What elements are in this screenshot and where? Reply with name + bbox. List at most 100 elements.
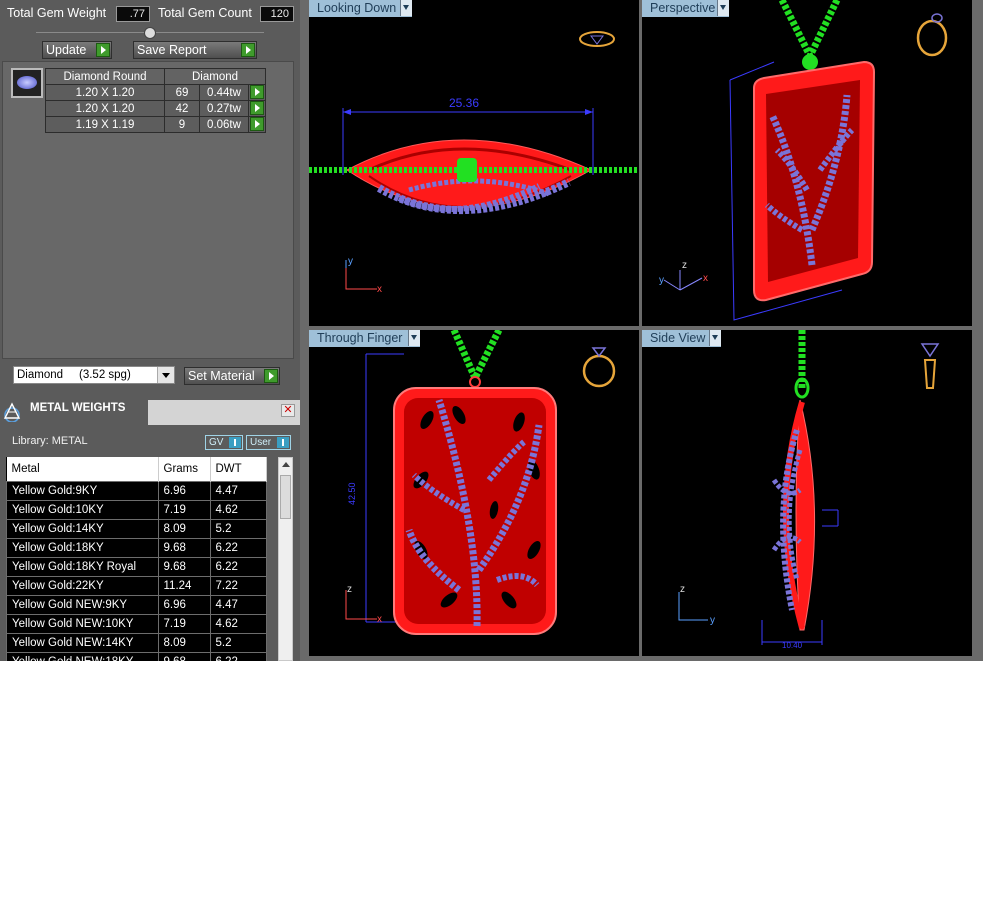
- metal-name-cell: Yellow Gold NEW:10KY: [6, 614, 159, 634]
- dwt-cell: 4.62: [209, 500, 267, 520]
- chevron-down-icon[interactable]: [400, 0, 412, 16]
- play-arrow-icon: [264, 369, 278, 383]
- gem-row[interactable]: 1.19 X 1.19 9 0.06tw: [45, 116, 266, 133]
- dwt-cell: 4.47: [209, 595, 267, 615]
- dimension-label-depth: 10.40: [782, 641, 803, 650]
- viewport-label: Side View: [650, 331, 706, 345]
- metal-name-cell: Yellow Gold NEW:18KY: [6, 652, 159, 661]
- total-gem-weight-label: Total Gem Weight: [7, 6, 107, 20]
- tab-looking-down[interactable]: Looking Down: [309, 0, 412, 17]
- grams-cell: 6.96: [157, 481, 211, 501]
- column-header-grams[interactable]: Grams: [158, 457, 211, 482]
- table-row[interactable]: Yellow Gold NEW:14KY 8.09 5.2: [6, 633, 267, 653]
- gem-table: Diamond Round Diamond 1.20 X 1.20 69 0.4…: [45, 68, 266, 133]
- grams-cell: 7.19: [157, 614, 211, 634]
- total-gem-count-value: 120: [260, 6, 294, 22]
- gem-list-panel: Diamond Round Diamond 1.20 X 1.20 69 0.4…: [2, 61, 294, 359]
- through-finger-render: 42.50 z x: [345, 330, 616, 635]
- grams-cell: 8.09: [157, 519, 211, 539]
- ring-perspective-icon: [916, 13, 948, 57]
- collapse-handle[interactable]: [144, 27, 156, 39]
- metal-name-cell: Yellow Gold NEW:14KY: [6, 633, 159, 653]
- scrollbar[interactable]: [278, 457, 293, 661]
- column-header-dwt[interactable]: DWT: [210, 457, 267, 482]
- metal-name-cell: Yellow Gold:10KY: [6, 500, 159, 520]
- gem-size: 1.20 X 1.20: [45, 84, 165, 101]
- tab-side-view[interactable]: Side View: [642, 330, 721, 347]
- table-row[interactable]: Yellow Gold NEW:10KY 7.19 4.62: [6, 614, 267, 634]
- viewport-label: Perspective: [650, 1, 716, 15]
- user-toggle[interactable]: User: [246, 435, 291, 450]
- grams-cell: 11.24: [157, 576, 211, 596]
- grams-cell: 9.68: [157, 538, 211, 558]
- toggle-indicator-icon: [277, 437, 289, 448]
- side-view-render: 10.40 z y: [678, 330, 940, 650]
- viewport-label: Looking Down: [317, 1, 397, 15]
- axis-label-x: x: [377, 614, 382, 625]
- gem-row-action[interactable]: [248, 100, 266, 117]
- gem-row-action[interactable]: [248, 116, 266, 133]
- save-report-button[interactable]: Save Report: [133, 41, 257, 59]
- play-arrow-icon: [250, 101, 264, 115]
- dwt-cell: 5.2: [209, 519, 267, 539]
- table-row[interactable]: Yellow Gold:14KY 8.09 5.2: [6, 519, 267, 539]
- metal-name-cell: Yellow Gold:18KY: [6, 538, 159, 558]
- scrollbar-thumb[interactable]: [280, 475, 291, 519]
- chevron-down-icon[interactable]: [408, 330, 420, 346]
- grams-cell: 6.96: [157, 595, 211, 615]
- dwt-cell: 5.2: [209, 633, 267, 653]
- chevron-down-icon[interactable]: [717, 0, 729, 16]
- viewport-label: Through Finger: [317, 331, 403, 345]
- chevron-down-icon[interactable]: [157, 367, 174, 383]
- chevron-down-icon[interactable]: [709, 330, 721, 346]
- gem-count: 9: [164, 116, 200, 133]
- table-row[interactable]: Yellow Gold:10KY 7.19 4.62: [6, 500, 267, 520]
- close-icon[interactable]: ✕: [281, 404, 295, 417]
- dwt-cell: 6.22: [209, 538, 267, 558]
- library-label: Library: METAL: [12, 435, 88, 447]
- viewport-looking-down[interactable]: 25.36 y x Looking Down: [309, 0, 639, 326]
- scroll-up-arrow-icon[interactable]: [282, 462, 290, 467]
- viewport-perspective[interactable]: z x y Perspective: [642, 0, 972, 326]
- gem-row-action[interactable]: [248, 84, 266, 101]
- axis-label-x: x: [703, 273, 708, 284]
- update-button-label: Update: [46, 43, 87, 57]
- metal-name-cell: Yellow Gold:14KY: [6, 519, 159, 539]
- viewport-through-finger[interactable]: 42.50 z x Through Finger: [309, 330, 639, 656]
- gem-row[interactable]: 1.20 X 1.20 69 0.44tw: [45, 84, 266, 101]
- tab-through-finger[interactable]: Through Finger: [309, 330, 420, 347]
- table-row[interactable]: Yellow Gold:22KY 11.24 7.22: [6, 576, 267, 596]
- column-header-metal[interactable]: Metal: [6, 457, 159, 482]
- round-diamond-icon[interactable]: [11, 68, 43, 98]
- update-button[interactable]: Update: [42, 41, 112, 59]
- table-row[interactable]: Yellow Gold NEW:18KY9.686.22: [6, 652, 267, 661]
- table-row[interactable]: Yellow Gold:18KY 9.68 6.22: [6, 538, 267, 558]
- table-row[interactable]: Yellow Gold:18KY Royal 9.68 6.22: [6, 557, 267, 577]
- dwt-cell: 4.62: [209, 614, 267, 634]
- gem-row[interactable]: 1.20 X 1.20 42 0.27tw: [45, 100, 266, 117]
- dwt-cell: 6.22: [209, 652, 267, 661]
- set-material-button[interactable]: Set Material: [184, 367, 280, 385]
- ring-front-view-icon: [582, 347, 616, 388]
- toggle-indicator-icon: [229, 437, 241, 448]
- material-select-value: Diamond (3.52 spg): [17, 369, 131, 381]
- ring-top-view-icon: [579, 31, 615, 47]
- table-row[interactable]: Yellow Gold:9KY 6.96 4.47: [6, 481, 267, 501]
- tab-perspective[interactable]: Perspective: [642, 0, 729, 17]
- metal-name-cell: Yellow Gold:22KY: [6, 576, 159, 596]
- gem-table-header-type: Diamond: [164, 68, 266, 85]
- dimension-label-width: 25.36: [449, 96, 479, 110]
- axis-label-y: y: [348, 256, 353, 267]
- play-arrow-icon: [250, 117, 264, 131]
- axis-label-z: z: [682, 260, 687, 271]
- axis-label-x: x: [377, 284, 382, 295]
- gem-weight: 0.27tw: [199, 100, 249, 117]
- table-row[interactable]: Yellow Gold NEW:9KY 6.96 4.47: [6, 595, 267, 615]
- save-report-button-label: Save Report: [137, 43, 207, 57]
- axis-label-z: z: [347, 584, 352, 595]
- material-select[interactable]: Diamond (3.52 spg): [13, 366, 175, 384]
- gv-toggle[interactable]: GV: [205, 435, 243, 450]
- user-toggle-label: User: [250, 437, 272, 448]
- axis-label-y: y: [659, 275, 664, 286]
- viewport-side-view[interactable]: 10.40 z y Side View: [642, 330, 972, 656]
